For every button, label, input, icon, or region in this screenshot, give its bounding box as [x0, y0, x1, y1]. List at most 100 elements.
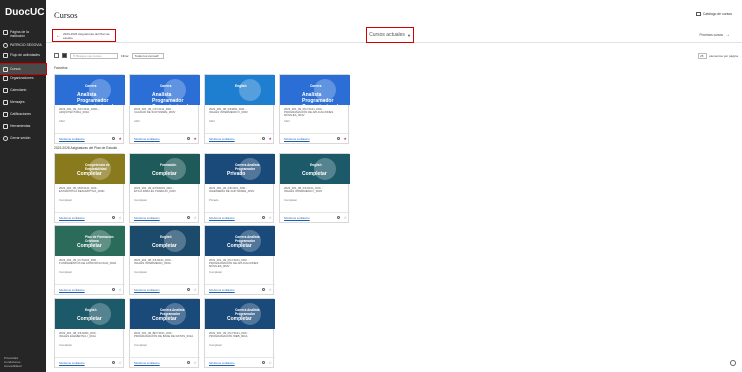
info-icon[interactable] [111, 215, 116, 220]
favorite-star-icon[interactable]: ★ [193, 136, 197, 141]
course-card[interactable]: Plan de Formación Cristiana Completar 2023… [54, 225, 125, 295]
favorite-star-icon[interactable]: ☆ [193, 215, 197, 220]
favorite-star-icon[interactable]: ☆ [193, 360, 197, 365]
course-code[interactable]: 2023_001_09_PGY4101_D00... PROGRAMACIÓN D… [209, 258, 271, 269]
info-icon[interactable] [336, 215, 341, 220]
course-banner[interactable]: Carrera Analista Programador Computaciona… [130, 75, 200, 105]
info-icon[interactable] [186, 360, 191, 365]
info-icon[interactable] [186, 136, 191, 141]
course-card[interactable]: English Completar 2023_001_08_INU4101_D00.… [129, 225, 200, 295]
grid-view-button[interactable] [62, 53, 67, 58]
info-icon[interactable] [186, 215, 191, 220]
course-code[interactable]: 2023_001_05_FCT1001_D00... FUNDAMENTOS DE… [59, 258, 121, 265]
sidebar-item-0[interactable]: Página de la institución [0, 30, 46, 38]
course-code[interactable]: 2023_001_09_INF4101_D00... INGENIERÍA DE … [209, 186, 271, 193]
course-banner[interactable]: English Completar [130, 226, 200, 256]
sidebar-item-9[interactable]: Cerrar sesión [0, 136, 46, 141]
course-code[interactable]: 2022_001_09_BDY3101_D00... PROGRAMACIÓN D… [134, 331, 196, 338]
info-icon[interactable] [111, 287, 116, 292]
course-banner[interactable]: Carrera Analista Programador Completar [205, 226, 275, 256]
sidebar-item-6[interactable]: Mensajes [0, 100, 46, 105]
sidebar-item-3[interactable]: Cursos [0, 63, 47, 75]
tutor-link[interactable]: Síndrome confiasmo [59, 288, 112, 292]
accessibility-link[interactable]: Accesibilidad [4, 364, 22, 368]
tutor-link[interactable]: Síndrome confiasmo [59, 216, 112, 220]
favorite-star-icon[interactable]: ★ [268, 136, 272, 141]
info-icon[interactable] [186, 287, 191, 292]
course-card[interactable]: Carrera Analista Programador Computaciona… [279, 74, 350, 144]
course-code[interactable]: 2022_001_09_PGY3121_D00... PROGRAMACIÓN W… [209, 331, 271, 338]
course-search-input[interactable]: ⚲ Busque sus cursos [70, 52, 118, 59]
favorite-star-icon[interactable]: ☆ [268, 215, 272, 220]
course-code[interactable]: 2022_001_08_INU2001_D00... INGLÉS ELEMENT… [59, 331, 121, 338]
tutor-link[interactable]: Síndrome confiasmo [284, 137, 337, 141]
info-icon[interactable] [111, 360, 116, 365]
course-banner[interactable]: Carrera Analista Programador Privado [205, 154, 275, 184]
previous-term-link[interactable]: ← 2023-2026 Asignaturas del Plan de estu… [52, 29, 116, 42]
favorite-star-icon[interactable]: ★ [343, 136, 347, 141]
favorite-star-icon[interactable]: ☆ [118, 360, 122, 365]
info-icon[interactable] [111, 136, 116, 141]
term-selector[interactable]: Cursos actuales ▼ [366, 27, 414, 43]
favorite-star-icon[interactable]: ☆ [268, 287, 272, 292]
favorite-star-icon[interactable]: ☆ [343, 215, 347, 220]
course-banner[interactable]: Formación Completar [130, 154, 200, 184]
next-term-link[interactable]: Próximos cursos → [699, 32, 730, 38]
course-banner[interactable]: English Completar [55, 299, 125, 329]
course-code[interactable]: 2023_001_09_ETW4001_D00... ÉTICA PARA EL … [134, 186, 196, 193]
course-code[interactable]: 2023_001_08_INU4101_D00... INGLÉS INTERME… [134, 258, 196, 265]
info-icon[interactable] [261, 215, 266, 220]
tutor-link[interactable]: Síndrome confiasmo [59, 361, 112, 365]
tutor-link[interactable]: Síndrome confiasmo [134, 288, 187, 292]
favorite-star-icon[interactable]: ☆ [193, 287, 197, 292]
sidebar-item-5[interactable]: Calendario [0, 88, 46, 93]
sidebar-item-7[interactable]: Calificaciones [0, 112, 46, 117]
course-code[interactable]: 2023_001_09_PGY4121_D00... PROGRAMACIÓN D… [284, 107, 346, 118]
tutor-link[interactable]: Síndrome confiasmo [209, 137, 262, 141]
tutor-link[interactable]: Síndrome confiasmo [134, 216, 187, 220]
favorite-star-icon[interactable]: ★ [118, 136, 122, 141]
info-icon[interactable] [261, 287, 266, 292]
course-card[interactable]: Carrera Analista Programador Completar 202… [204, 298, 275, 368]
course-banner[interactable]: Competencia de Empleabilidad Completar [55, 154, 125, 184]
favorite-star-icon[interactable]: ☆ [118, 215, 122, 220]
course-card[interactable]: Carrera Analista Programador Completar 202… [129, 298, 200, 368]
course-banner[interactable]: English [205, 75, 275, 105]
course-card[interactable]: Carrera Analista Programador Computaciona… [129, 74, 200, 144]
course-code[interactable]: 2023_001_08_INU2101_D00... INGLÉS INTERME… [284, 186, 346, 193]
sidebar-item-2[interactable]: Flujo de actividades [0, 53, 46, 58]
course-banner[interactable]: Carrera Analista Programador Completar [205, 299, 275, 329]
course-card[interactable]: English Completar 2023_001_08_INU2101_D00.… [279, 153, 350, 223]
course-catalog-link[interactable]: Catálogo de cursos [695, 12, 732, 16]
course-code[interactable]: 2023_001_05_MAT4141_D00... ESTADÍSTICA DE… [59, 186, 121, 193]
course-code[interactable]: 2023_001_09_ASY4131_D001... ARQUITECTURA_… [59, 107, 121, 114]
per-page-select[interactable]: 25 [698, 52, 708, 59]
info-icon[interactable] [261, 136, 266, 141]
sidebar-item-1[interactable]: PATRICIO SEGOVIA [0, 43, 46, 48]
tutor-link[interactable]: Síndrome confiasmo [209, 361, 262, 365]
favorite-star-icon[interactable]: ☆ [118, 287, 122, 292]
tutor-link[interactable]: Síndrome confiasmo [284, 216, 337, 220]
course-code[interactable]: 2023_001_08_INI4001_D00... INGLÉS INTERME… [209, 107, 271, 114]
tutor-link[interactable]: Síndrome confiasmo [134, 361, 187, 365]
tutor-link[interactable]: Síndrome confiasmo [209, 288, 262, 292]
sidebar-item-4[interactable]: Organizaciones [0, 76, 46, 81]
course-banner[interactable]: English Completar [280, 154, 350, 184]
tutor-link[interactable]: Síndrome confiasmo [209, 216, 262, 220]
course-card[interactable]: Carrera Analista Programador Privado 2023_… [204, 153, 275, 223]
course-banner[interactable]: Plan de Formación Cristiana Completar [55, 226, 125, 256]
course-card[interactable]: Competencia de Empleabilidad Completar 202… [54, 153, 125, 223]
course-banner[interactable]: Carrera Analista Programador Completar [130, 299, 200, 329]
favorite-star-icon[interactable]: ☆ [268, 360, 272, 365]
filter-select[interactable]: Todos los cursos ▾ [131, 52, 164, 59]
course-code[interactable]: 2023_001_09_CSY4111_D00... CALIDAD DE SOF… [134, 107, 196, 114]
sidebar-item-8[interactable]: Herramientas [0, 124, 46, 129]
course-card[interactable]: Formación Completar 2023_001_09_ETW4001_D0… [129, 153, 200, 223]
course-banner[interactable]: Carrera Analista Programador Computaciona… [280, 75, 350, 105]
info-icon[interactable] [261, 360, 266, 365]
tutor-link[interactable]: Síndrome confiasmo [134, 137, 187, 141]
course-card[interactable]: Carrera Analista Programador Computaciona… [54, 74, 125, 144]
tutor-link[interactable]: Síndrome confiasmo [59, 137, 112, 141]
course-card[interactable]: English 2023_001_08_INI4001_D00... INGLÉS … [204, 74, 275, 144]
list-view-button[interactable] [54, 53, 59, 58]
